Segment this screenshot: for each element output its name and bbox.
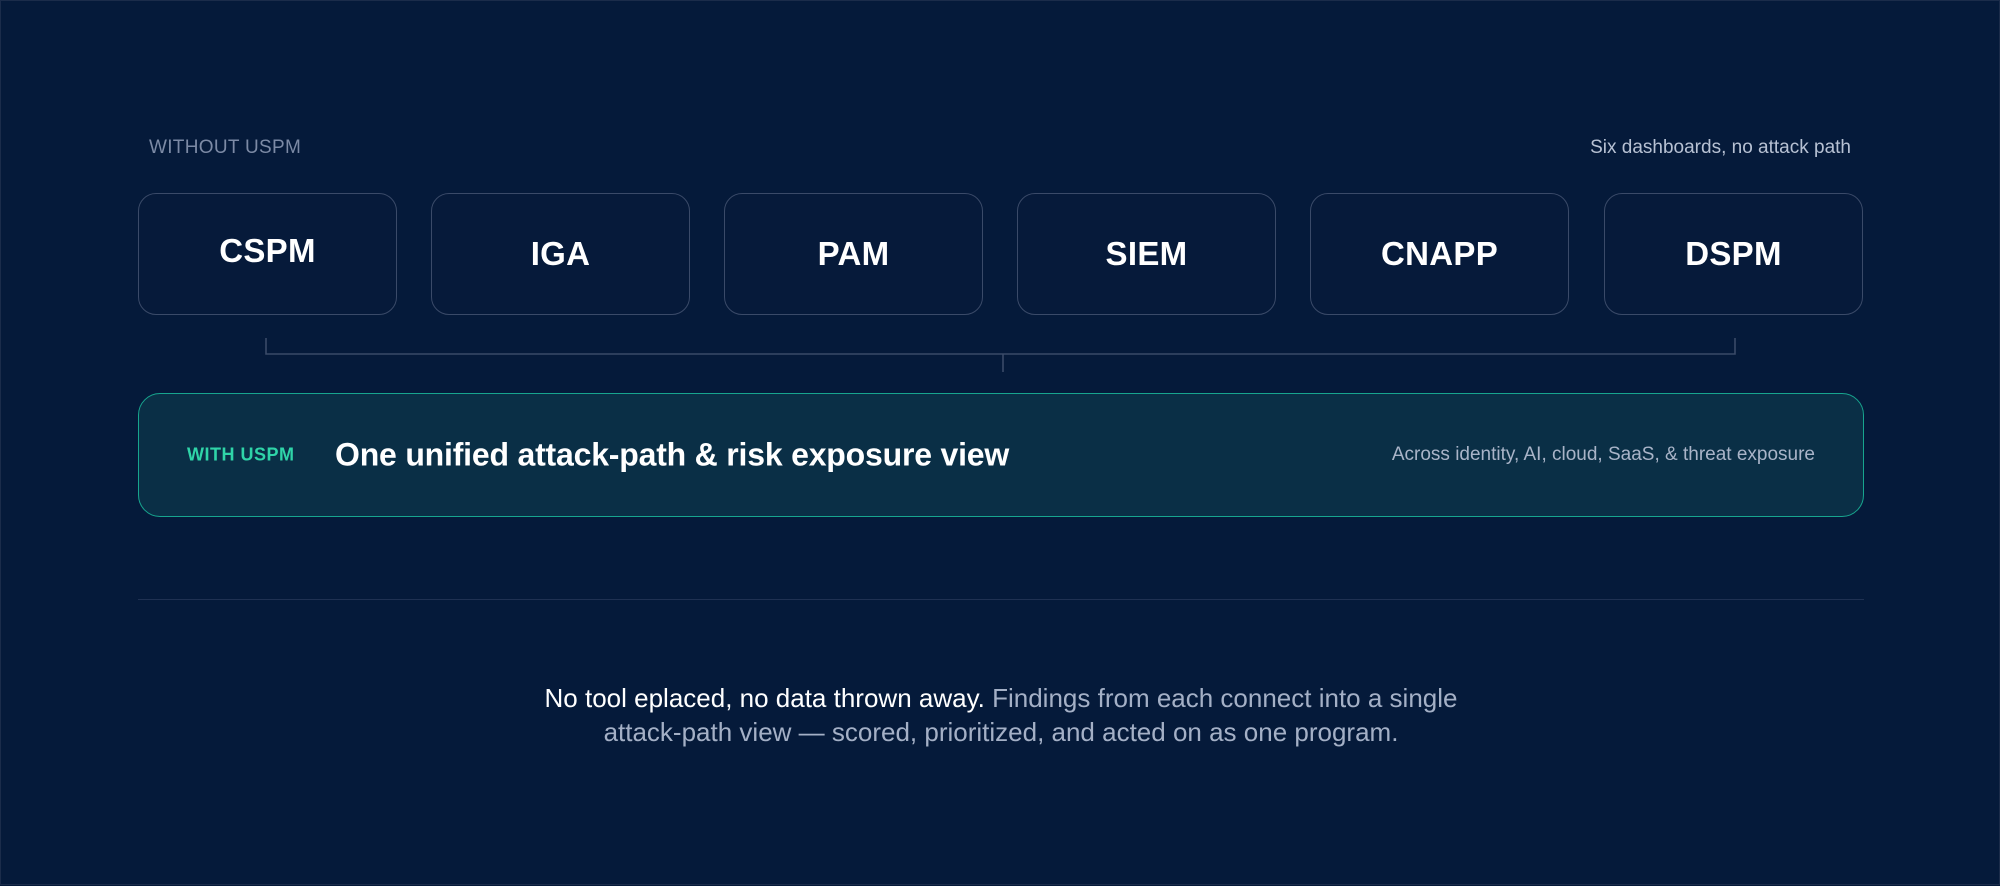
tool-row: CSPM IGA PAM SIEM CNAPP DSPM <box>138 193 1864 317</box>
footer-soft-text-2: attack-path view — scored, prioritized, … <box>603 717 1399 747</box>
unified-view-banner: WITH USPM One unified attack-path & risk… <box>138 393 1864 517</box>
unified-view-scope: Across identity, AI, cloud, SaaS, & thre… <box>1391 444 1815 465</box>
tool-label: PAM <box>817 235 890 272</box>
without-uspm-note: Six dashboards, no attack path <box>1590 137 1851 158</box>
footer-strong-text: No tool eplaced, no data thrown away. <box>544 683 985 713</box>
section-divider <box>138 599 1864 600</box>
tool-box-cnapp: CNAPP <box>1310 193 1569 315</box>
tool-box-dspm: DSPM <box>1604 193 1863 315</box>
tool-box-siem: SIEM <box>1017 193 1276 315</box>
footer-caption: No tool eplaced, no data thrown away. Fi… <box>401 681 1601 749</box>
tool-box-iga: IGA <box>431 193 690 315</box>
tool-box-pam: PAM <box>724 193 983 315</box>
unified-view-title: One unified attack-path & risk exposure … <box>335 436 1010 473</box>
tool-label: DSPM <box>1685 235 1782 272</box>
bracket-line <box>265 338 1736 355</box>
tool-label: SIEM <box>1105 235 1188 272</box>
tool-label: CSPM <box>219 232 316 269</box>
tool-label: CNAPP <box>1380 235 1499 272</box>
footer-soft-text-1: Findings from each connect into a single <box>984 683 1458 713</box>
tool-label: IGA <box>530 235 591 272</box>
with-uspm-label: WITH USPM <box>187 444 295 465</box>
diagram-canvas: WITHOUT USPM Six dashboards, no attack p… <box>0 0 2000 885</box>
tool-box-cspm: CSPM <box>138 193 397 315</box>
without-uspm-label: WITHOUT USPM <box>149 137 302 158</box>
